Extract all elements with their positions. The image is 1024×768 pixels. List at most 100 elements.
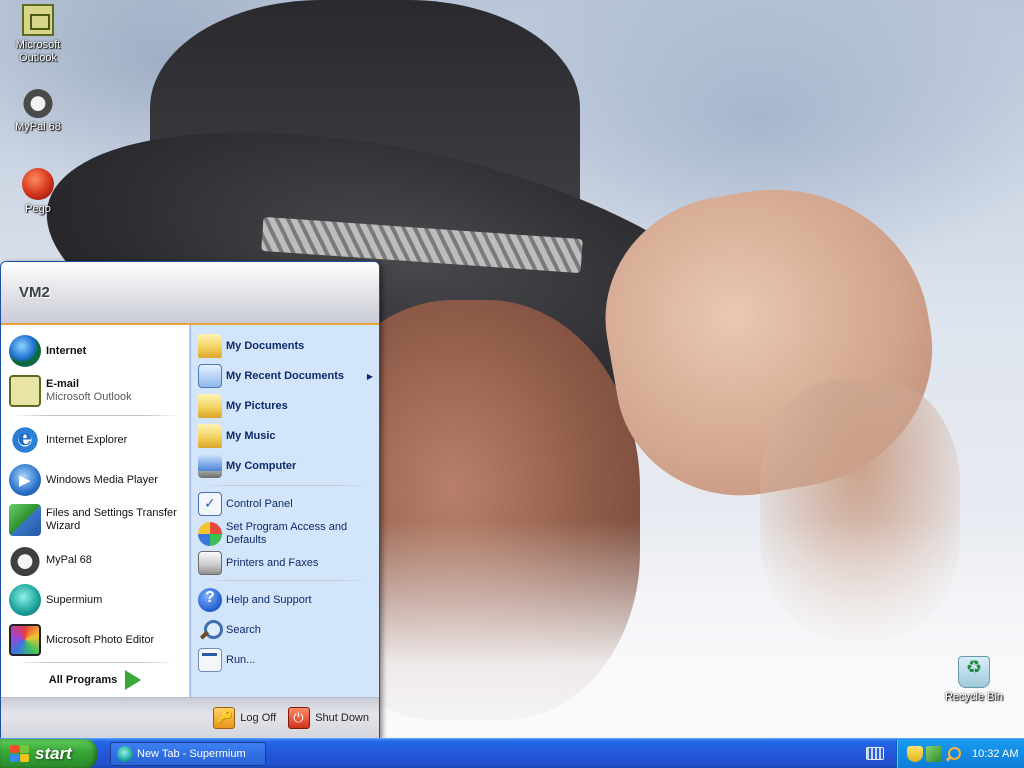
start-menu-body: Internet E-mail Microsoft Outlook Intern… xyxy=(1,325,379,697)
help-icon xyxy=(198,588,222,612)
separator xyxy=(201,485,369,486)
desktop-icon-label: Microsoft Outlook xyxy=(15,39,61,64)
setting-control-panel[interactable]: Control Panel xyxy=(191,490,379,518)
recent-documents-icon xyxy=(198,364,222,388)
start-menu-left-pane: Internet E-mail Microsoft Outlook Intern… xyxy=(1,325,190,697)
supermium-icon xyxy=(117,746,133,762)
all-programs-label: All Programs xyxy=(48,673,118,686)
recent-mypal[interactable]: MyPal 68 xyxy=(1,540,189,580)
pinned-email-label: E-mail xyxy=(46,378,80,390)
taskbar-button-supermium[interactable]: New Tab - Supermium xyxy=(110,742,266,766)
photo-editor-icon xyxy=(9,624,41,656)
clock[interactable]: 10:32 AM xyxy=(972,748,1018,760)
outlook-icon xyxy=(22,4,54,36)
desktop-icon-label: Pego xyxy=(25,203,51,215)
recent-internet-explorer[interactable]: Internet Explorer xyxy=(1,420,189,460)
folder-music-icon xyxy=(198,424,222,448)
taskbar-button-label: New Tab - Supermium xyxy=(137,748,246,760)
place-my-documents[interactable]: My Documents xyxy=(191,331,379,361)
recent-item-label: Supermium xyxy=(46,593,103,606)
recent-photo-editor[interactable]: Microsoft Photo Editor xyxy=(1,620,189,660)
pego-icon xyxy=(22,168,54,200)
start-menu-right-pane: My Documents My Recent Documents ▶ My Pi… xyxy=(190,325,379,697)
desktop-icon-mypal[interactable]: MyPal 68 xyxy=(0,86,76,134)
separator xyxy=(201,580,369,581)
control-panel-icon xyxy=(198,492,222,516)
place-my-pictures[interactable]: My Pictures xyxy=(191,391,379,421)
pinned-email-sublabel: Microsoft Outlook xyxy=(46,391,132,403)
recent-supermium[interactable]: Supermium xyxy=(1,580,189,620)
start-menu-footer: Log Off Shut Down xyxy=(1,697,379,738)
recent-windows-media-player[interactable]: Windows Media Player xyxy=(1,460,189,500)
setting-printers-faxes[interactable]: Printers and Faxes xyxy=(191,550,379,576)
log-off-button[interactable]: Log Off xyxy=(213,707,276,729)
pinned-email[interactable]: E-mail Microsoft Outlook xyxy=(1,371,189,411)
transfer-wizard-icon xyxy=(9,504,41,536)
folder-documents-icon xyxy=(198,334,222,358)
desktop-icon-pego[interactable]: Pego xyxy=(0,168,76,216)
recent-item-label: Microsoft Photo Editor xyxy=(46,633,155,646)
separator xyxy=(11,415,179,416)
start-menu-header: VM2 xyxy=(1,262,379,325)
start-menu: VM2 Internet E-mail Microsoft Outlook In… xyxy=(0,261,380,739)
run-icon xyxy=(198,648,222,672)
taskbar: start New Tab - Supermium 10:32 AM xyxy=(0,738,1024,768)
setting-label: Control Panel xyxy=(226,497,293,510)
recent-item-label: Windows Media Player xyxy=(46,473,158,486)
start-label: start xyxy=(35,744,72,763)
desktop-icon-label: MyPal 68 xyxy=(15,121,61,133)
setting-label: Printers and Faxes xyxy=(226,556,319,569)
green-arrow-icon xyxy=(125,669,142,690)
recent-item-label: Files and Settings Transfer Wizard xyxy=(46,507,177,532)
system-tray: 10:32 AM xyxy=(896,739,1024,768)
power-icon xyxy=(288,707,311,729)
recent-item-label: MyPal 68 xyxy=(46,553,92,566)
place-my-recent-documents[interactable]: My Recent Documents ▶ xyxy=(191,361,379,391)
media-player-icon xyxy=(9,464,41,496)
user-name: VM2 xyxy=(19,284,50,301)
separator xyxy=(15,662,175,663)
place-label: My Music xyxy=(226,429,276,442)
recent-transfer-wizard[interactable]: Files and Settings Transfer Wizard xyxy=(1,500,189,540)
program-access-icon xyxy=(198,522,222,546)
help-label: Run... xyxy=(226,653,256,666)
desktop-icon-outlook[interactable]: Microsoft Outlook xyxy=(0,4,76,65)
run-item[interactable]: Run... xyxy=(191,645,379,675)
printer-icon xyxy=(198,551,222,575)
desktop-icon-label: Recycle Bin xyxy=(944,691,1004,703)
network-icon[interactable] xyxy=(926,746,942,762)
supermium-icon xyxy=(9,584,41,616)
key-icon xyxy=(213,707,236,729)
keyboard-icon[interactable] xyxy=(866,747,884,760)
place-label: My Computer xyxy=(226,459,297,472)
place-label: My Documents xyxy=(226,339,305,352)
search-icon xyxy=(198,618,223,642)
pinned-internet[interactable]: Internet xyxy=(1,331,189,371)
place-my-music[interactable]: My Music xyxy=(191,421,379,451)
search-tray-icon[interactable] xyxy=(945,746,961,762)
mypal-icon xyxy=(9,544,41,576)
all-programs-button[interactable]: All Programs xyxy=(1,661,189,697)
submenu-arrow-icon: ▶ xyxy=(366,371,373,381)
start-button[interactable]: start xyxy=(0,739,97,768)
log-off-label: Log Off xyxy=(240,712,277,724)
desktop-icon-recycle-bin[interactable]: Recycle Bin xyxy=(936,656,1012,704)
search-item[interactable]: Search xyxy=(191,615,379,645)
help-label: Search xyxy=(226,623,261,636)
place-my-computer[interactable]: My Computer xyxy=(191,451,379,481)
place-label: My Pictures xyxy=(226,399,288,412)
setting-label: Set Program Access and Defaults xyxy=(226,521,348,546)
help-and-support[interactable]: Help and Support xyxy=(191,585,379,615)
computer-icon xyxy=(198,454,222,478)
ie-icon xyxy=(9,424,41,456)
place-label: My Recent Documents xyxy=(226,369,344,382)
security-shield-icon[interactable] xyxy=(907,746,923,762)
mypal-icon xyxy=(22,86,54,118)
help-label: Help and Support xyxy=(226,593,312,606)
shut-down-button[interactable]: Shut Down xyxy=(288,707,369,729)
setting-program-access[interactable]: Set Program Access and Defaults xyxy=(191,518,379,550)
windows-logo-icon xyxy=(10,745,30,763)
folder-pictures-icon xyxy=(198,394,222,418)
email-outlook-icon xyxy=(9,375,41,407)
pinned-internet-label: Internet xyxy=(46,344,87,357)
